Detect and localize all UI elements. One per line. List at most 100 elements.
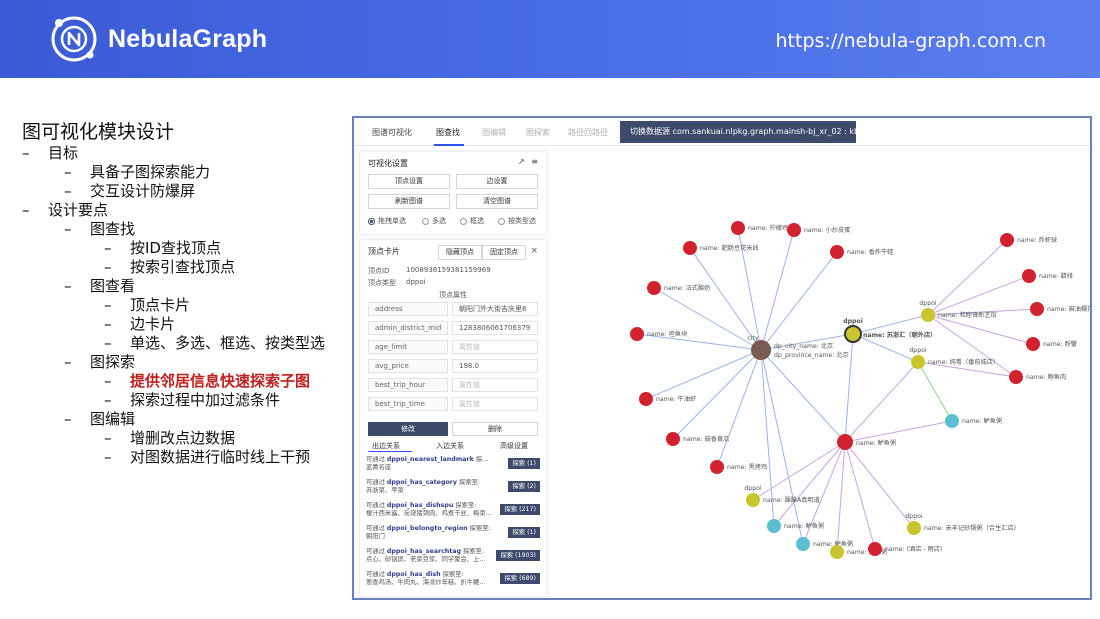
bullet-dash: –	[104, 391, 112, 409]
graph-node-mid[interactable]	[837, 434, 853, 450]
menu-icon[interactable]: ≡	[531, 157, 538, 166]
graph-node-n6[interactable]	[630, 327, 644, 341]
delete-button[interactable]: 删除	[452, 422, 538, 436]
prop-value-input[interactable]: 198.0	[452, 359, 538, 373]
tab-graph-visualization[interactable]: 图谱可视化	[372, 127, 412, 138]
graph-edge[interactable]	[917, 361, 953, 422]
radio-box[interactable]: 框选	[460, 216, 484, 226]
graph-node-hub[interactable]	[751, 340, 771, 360]
prop-value-input[interactable]: 朝阳门外大街吉庆里6	[452, 302, 538, 316]
radio-multi[interactable]: 多选	[422, 216, 446, 226]
prop-value-input[interactable]: 属性值	[452, 340, 538, 354]
share-icon[interactable]: ↗	[518, 157, 525, 166]
relation-edge-name: dppoi_nearest_landmark	[386, 456, 474, 463]
relation-detail: 朝阳门	[366, 533, 385, 540]
graph-canvas[interactable]: name: 柠檬鸡翅 name: 小炒皮蛋name: 肥肠豆花米线name: 香炸…	[550, 148, 1090, 598]
graph-edge[interactable]	[760, 349, 846, 443]
tab-graph-search[interactable]: 图查找	[436, 127, 460, 138]
graph-node-n3[interactable]	[683, 241, 697, 255]
vertex-settings-button[interactable]: 顶点设置	[368, 174, 450, 189]
node-label: name: 鼓香黄瓜	[683, 435, 729, 443]
edge-settings-button[interactable]: 边设置	[456, 174, 538, 189]
graph-edge[interactable]	[645, 349, 762, 400]
close-icon[interactable]: ×	[530, 246, 538, 256]
graph-edge[interactable]	[752, 441, 846, 501]
graph-edge[interactable]	[927, 239, 1008, 316]
pin-vertex-button[interactable]: 固定顶点	[482, 245, 526, 260]
subtab-advanced[interactable]: 高级设置	[500, 441, 528, 451]
vertex-props-title: 顶点属性	[439, 291, 467, 299]
graph-node-n7[interactable]	[639, 392, 653, 406]
settings-icons: ↗ ≡	[518, 157, 538, 166]
graph-node-n8[interactable]	[666, 432, 680, 446]
explore-button[interactable]: 探索 (1903)	[496, 550, 540, 561]
graph-edge[interactable]	[773, 441, 846, 527]
explore-button[interactable]: 探索 (2)	[508, 481, 540, 492]
graph-edge[interactable]	[844, 333, 854, 443]
outline-list: – 目标 – 具备子图探索能力 – 交互设计防爆屏 – 设计要点 – 图查找 – 按ID查找顶点 – 按索…	[22, 144, 352, 467]
explore-button[interactable]: 探索 (1)	[508, 527, 540, 538]
explore-button[interactable]: 探索 (217)	[500, 504, 540, 515]
graph-node-o1[interactable]	[921, 308, 935, 322]
prop-value-input[interactable]: 属性值	[452, 378, 538, 392]
graph-node-r2[interactable]	[1022, 269, 1036, 283]
graph-node-n1[interactable]	[731, 221, 745, 235]
node-label: name: 坦鱼块	[647, 330, 687, 338]
graph-node-o3[interactable]	[746, 493, 760, 507]
graph-node-t2[interactable]	[767, 519, 781, 533]
graph-edge[interactable]	[927, 314, 1034, 345]
outline-item: – 设计要点	[22, 201, 352, 220]
graph-node-n2[interactable]	[787, 223, 801, 237]
tab-path[interactable]: 路径回路径	[568, 127, 608, 138]
edit-button[interactable]: 修改	[368, 422, 448, 436]
clear-graph-button[interactable]: 清空图谱	[456, 194, 538, 209]
subtab-in-edges[interactable]: 入边关系	[436, 441, 464, 451]
graph-edge[interactable]	[672, 349, 762, 440]
graph-node-r6[interactable]	[868, 542, 882, 556]
graph-node-o2[interactable]	[911, 355, 925, 369]
graph-node-o4[interactable]	[907, 521, 921, 535]
graph-node-r4[interactable]	[1026, 337, 1040, 351]
relation-prefix: 可通过	[366, 525, 385, 532]
relation-detail: 蓝菁名座	[366, 464, 392, 471]
graph-edge[interactable]	[844, 441, 876, 550]
subtab-out-edges[interactable]: 出边关系	[372, 441, 400, 451]
node-label: name: 香炸牛蛙	[847, 248, 893, 256]
graph-node-r3[interactable]	[1030, 302, 1044, 316]
graph-node-t3[interactable]	[796, 537, 810, 551]
graph-node-o5[interactable]	[830, 545, 844, 559]
tab-graph-explore[interactable]: 图探索	[526, 127, 550, 138]
graph-node-t1[interactable]	[945, 414, 959, 428]
graph-node-r1[interactable]	[1000, 233, 1014, 247]
node-label: name: 禾丰记砂锅粥（合生汇店）	[924, 524, 1020, 532]
switch-datasource-button[interactable]: 切换数据源 com.sankuai.nlpkg.graph.mainsh-bj_…	[620, 121, 856, 143]
graph-node-n9[interactable]	[710, 460, 724, 474]
radio-by-type[interactable]: 按类型选	[498, 216, 536, 226]
graph-edge[interactable]	[844, 441, 915, 529]
graph-node-focus[interactable]	[844, 325, 862, 343]
tab-graph-edit[interactable]: 图编辑	[482, 127, 506, 138]
graph-edge[interactable]	[653, 287, 762, 351]
graph-node-n5[interactable]	[647, 281, 661, 295]
graph-edge[interactable]	[760, 251, 838, 351]
explore-button[interactable]: 探索 (689)	[500, 573, 540, 584]
graph-node-n4[interactable]	[830, 245, 844, 259]
radio-drag-single[interactable]: 拖拽单选	[368, 216, 406, 226]
refresh-graph-button[interactable]: 刷新图谱	[368, 194, 450, 209]
graph-edge[interactable]	[927, 314, 1017, 378]
relation-edge-name: dppoi_belongto_region	[386, 525, 468, 532]
outline-item-text: 增删改点边数据	[130, 429, 236, 447]
relation-detail: 葱香鸡汤、牛肉丸、海派炒年糕、扒牛鞭...	[366, 579, 486, 586]
prop-value-input[interactable]: 属性值	[452, 397, 538, 411]
outline-item: – 探索过程中加过滤条件	[22, 391, 352, 410]
graph-edge[interactable]	[716, 349, 762, 468]
graph-node-r5[interactable]	[1009, 370, 1023, 384]
prop-value-input[interactable]: 1283806061706379	[452, 321, 538, 335]
vertex-id-value: 1008938159381159969	[406, 266, 491, 274]
radio-dot	[460, 217, 467, 225]
graph-edge[interactable]	[760, 349, 804, 545]
explore-button[interactable]: 探索 (1)	[508, 458, 540, 469]
graph-edge[interactable]	[760, 229, 795, 351]
hide-vertex-button[interactable]: 隐藏顶点	[438, 245, 482, 260]
graph-edge[interactable]	[927, 275, 1030, 316]
